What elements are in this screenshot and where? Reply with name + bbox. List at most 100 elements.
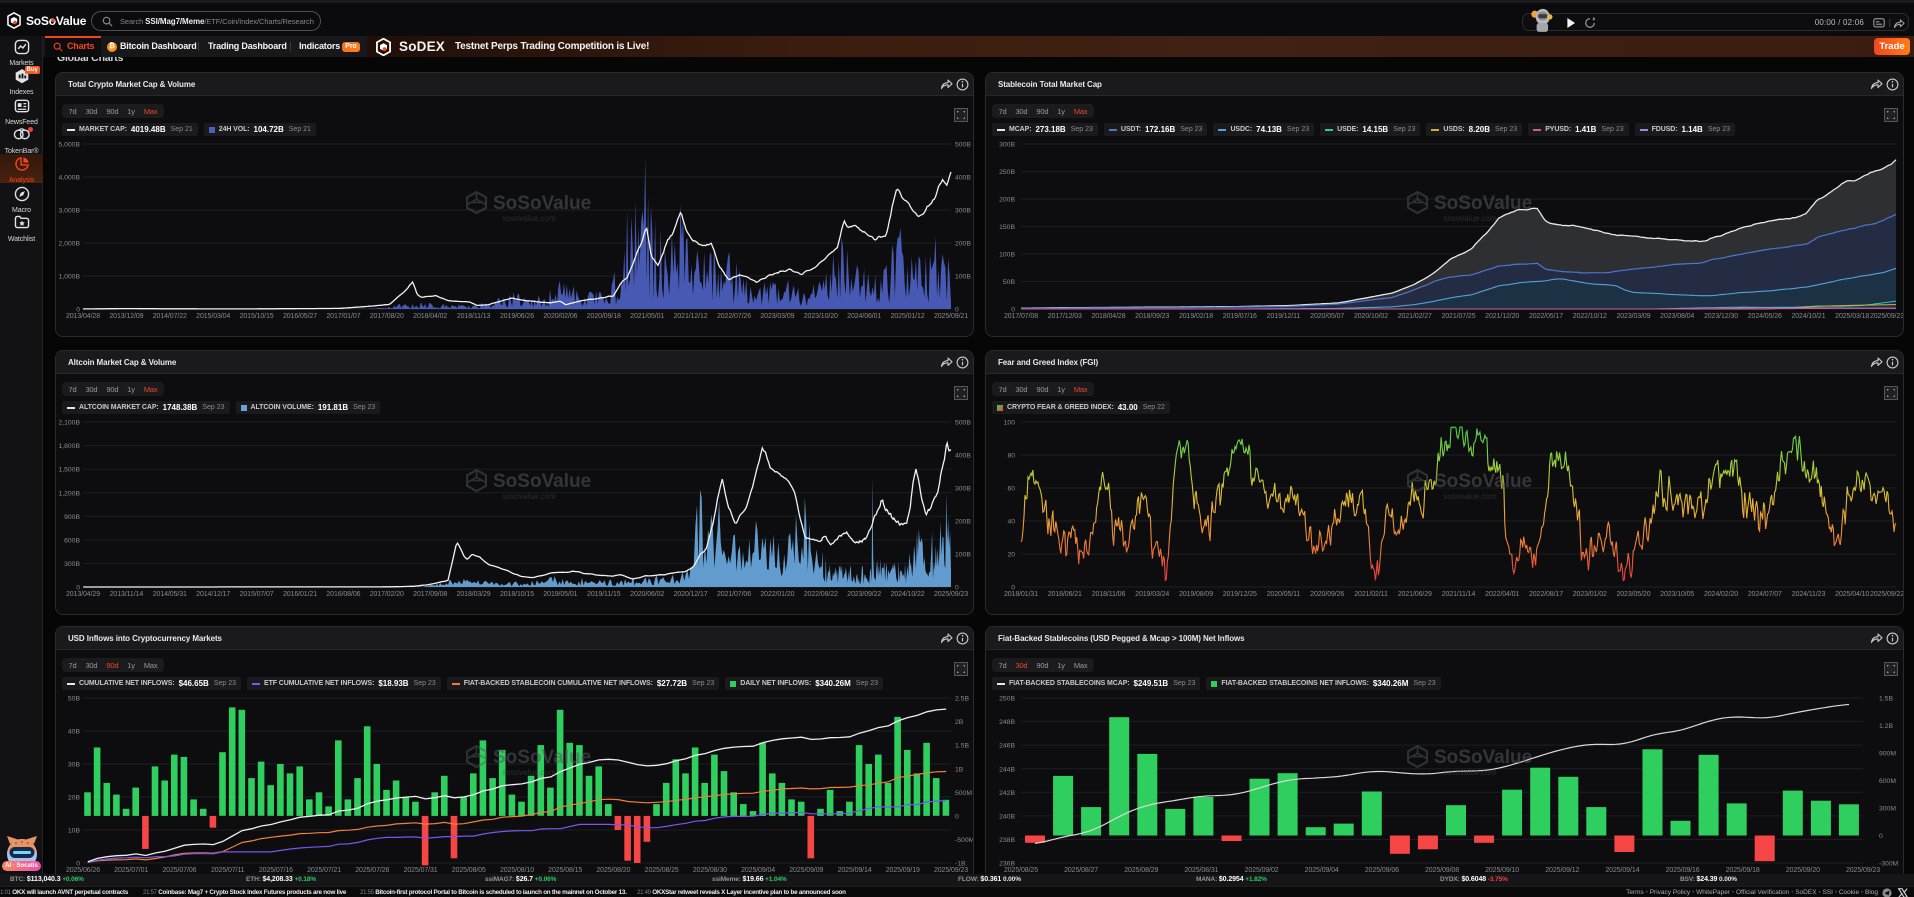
- svg-text:2021/11/14: 2021/11/14: [1442, 591, 1476, 598]
- svg-text:2018/04/28: 2018/04/28: [1091, 313, 1125, 320]
- svg-text:2019/11/15: 2019/11/15: [587, 591, 621, 598]
- svg-text:2025/09/23: 2025/09/23: [934, 867, 968, 874]
- svg-text:2018/09/23: 2018/09/23: [1135, 313, 1169, 320]
- svg-text:2025/07/16: 2025/07/16: [259, 867, 293, 874]
- svg-text:300B: 300B: [955, 208, 971, 215]
- svg-text:2025/09/10: 2025/09/10: [1485, 867, 1519, 874]
- svg-text:2020/10/02: 2020/10/02: [1354, 313, 1388, 320]
- svg-text:2016/08/06: 2016/08/06: [326, 591, 360, 598]
- svg-text:2014/12/17: 2014/12/17: [196, 591, 230, 598]
- svg-text:200B: 200B: [999, 197, 1015, 204]
- svg-text:2023/03/09: 2023/03/09: [1616, 313, 1650, 320]
- svg-text:1,000B: 1,000B: [58, 274, 80, 281]
- svg-text:900B: 900B: [64, 514, 80, 521]
- svg-text:3,000B: 3,000B: [58, 208, 80, 215]
- svg-text:4,000B: 4,000B: [58, 175, 80, 182]
- svg-text:2025/09/18: 2025/09/18: [1726, 867, 1760, 874]
- svg-text:2025/09/16: 2025/09/16: [1666, 867, 1700, 874]
- svg-text:2025/08/20: 2025/08/20: [596, 867, 630, 874]
- svg-text:SoSoValue: SoSoValue: [493, 747, 591, 768]
- svg-text:1,800B: 1,800B: [58, 443, 80, 450]
- svg-text:2018/01/31: 2018/01/31: [1004, 591, 1038, 598]
- svg-text:2021/12/20: 2021/12/20: [1485, 313, 1519, 320]
- svg-text:2017/02/20: 2017/02/20: [370, 591, 404, 598]
- svg-text:238B: 238B: [999, 837, 1015, 844]
- svg-text:2025/09/21: 2025/09/21: [934, 313, 968, 320]
- svg-text:50B: 50B: [1003, 279, 1016, 286]
- svg-text:SoSoValue: SoSoValue: [1434, 471, 1532, 492]
- svg-text:300M: 300M: [1879, 806, 1896, 813]
- svg-text:100B: 100B: [999, 252, 1015, 259]
- svg-text:2025/09/12: 2025/09/12: [1545, 867, 1579, 874]
- svg-text:100: 100: [1004, 420, 1016, 427]
- svg-text:500M: 500M: [955, 790, 972, 797]
- svg-text:2017/08/20: 2017/08/20: [370, 313, 404, 320]
- svg-text:40: 40: [1007, 519, 1015, 526]
- svg-text:sosovalue.com: sosovalue.com: [1443, 214, 1497, 223]
- svg-text:100B: 100B: [955, 274, 971, 281]
- svg-text:0: 0: [955, 814, 959, 821]
- svg-text:2018/11/06: 2018/11/06: [1092, 591, 1126, 598]
- svg-text:2025/04/10: 2025/04/10: [1835, 591, 1869, 598]
- svg-text:2023/12/30: 2023/12/30: [1704, 313, 1738, 320]
- svg-text:2019/05/01: 2019/05/01: [543, 591, 577, 598]
- svg-text:-300M: -300M: [1879, 861, 1899, 868]
- svg-text:2015/03/04: 2015/03/04: [196, 313, 230, 320]
- svg-text:2025/06/26: 2025/06/26: [66, 867, 100, 874]
- svg-text:2013/12/09: 2013/12/09: [109, 313, 143, 320]
- svg-text:SoSoValue: SoSoValue: [1434, 193, 1532, 214]
- svg-text:2025/07/11: 2025/07/11: [211, 867, 245, 874]
- svg-text:2025/08/25: 2025/08/25: [1004, 867, 1038, 874]
- svg-text:2025/09/23: 2025/09/23: [1846, 867, 1880, 874]
- svg-text:242B: 242B: [999, 790, 1015, 797]
- svg-text:2016/05/27: 2016/05/27: [283, 313, 317, 320]
- svg-text:2025/08/30: 2025/08/30: [693, 867, 727, 874]
- svg-text:2025/08/15: 2025/08/15: [548, 867, 582, 874]
- svg-text:600M: 600M: [1879, 778, 1896, 785]
- svg-text:2025/09/19: 2025/09/19: [886, 867, 920, 874]
- svg-text:2025/08/29: 2025/08/29: [1124, 867, 1158, 874]
- svg-text:2023/10/05: 2023/10/05: [1660, 591, 1694, 598]
- svg-text:200B: 200B: [955, 519, 971, 526]
- svg-text:2023/08/04: 2023/08/04: [1660, 313, 1694, 320]
- svg-text:2023/03/09: 2023/03/09: [760, 313, 794, 320]
- svg-text:2022/07/26: 2022/07/26: [717, 313, 751, 320]
- svg-text:2019/03/24: 2019/03/24: [1135, 591, 1169, 598]
- svg-text:1,500B: 1,500B: [58, 467, 80, 474]
- svg-text:2025/09/08: 2025/09/08: [1425, 867, 1459, 874]
- svg-text:1.5B: 1.5B: [1879, 696, 1893, 703]
- svg-text:2,100B: 2,100B: [58, 420, 80, 427]
- svg-text:2025/09/02: 2025/09/02: [1245, 867, 1279, 874]
- svg-text:50B: 50B: [68, 696, 81, 703]
- svg-text:2020/12/17: 2020/12/17: [674, 591, 708, 598]
- svg-text:0: 0: [1879, 833, 1883, 840]
- svg-text:2021/05/01: 2021/05/01: [630, 313, 664, 320]
- svg-text:2025/08/05: 2025/08/05: [452, 867, 486, 874]
- svg-text:2025/09/23: 2025/09/23: [1870, 313, 1904, 320]
- svg-text:2025/09/04: 2025/09/04: [1305, 867, 1339, 874]
- svg-text:2023/10/20: 2023/10/20: [804, 313, 838, 320]
- svg-text:2020/06/02: 2020/06/02: [630, 591, 664, 598]
- svg-text:2021/12/12: 2021/12/12: [674, 313, 708, 320]
- svg-text:2017/12/03: 2017/12/03: [1048, 313, 1082, 320]
- svg-text:20: 20: [1007, 552, 1015, 559]
- svg-text:244B: 244B: [999, 766, 1015, 773]
- svg-text:2024/05/26: 2024/05/26: [1748, 313, 1782, 320]
- svg-text:2025/08/27: 2025/08/27: [1064, 867, 1098, 874]
- svg-text:2B: 2B: [955, 719, 964, 726]
- svg-text:SoSoValue: SoSoValue: [493, 471, 591, 492]
- svg-text:2025/09/04: 2025/09/04: [741, 867, 775, 874]
- svg-text:2021/06/29: 2021/06/29: [1398, 591, 1432, 598]
- svg-text:2025/09/14: 2025/09/14: [1605, 867, 1639, 874]
- svg-text:2020/09/26: 2020/09/26: [1310, 591, 1344, 598]
- svg-text:240B: 240B: [999, 814, 1015, 821]
- svg-text:400B: 400B: [955, 453, 971, 460]
- svg-text:250B: 250B: [999, 169, 1015, 176]
- svg-text:2013/04/29: 2013/04/29: [66, 591, 100, 598]
- svg-text:246B: 246B: [999, 743, 1015, 750]
- svg-text:2024/07/07: 2024/07/07: [1748, 591, 1782, 598]
- svg-text:5,000B: 5,000B: [58, 142, 80, 149]
- svg-text:SoSoValue: SoSoValue: [493, 193, 591, 214]
- svg-text:2024/11/23: 2024/11/23: [1792, 591, 1826, 598]
- svg-text:2025/09/06: 2025/09/06: [1365, 867, 1399, 874]
